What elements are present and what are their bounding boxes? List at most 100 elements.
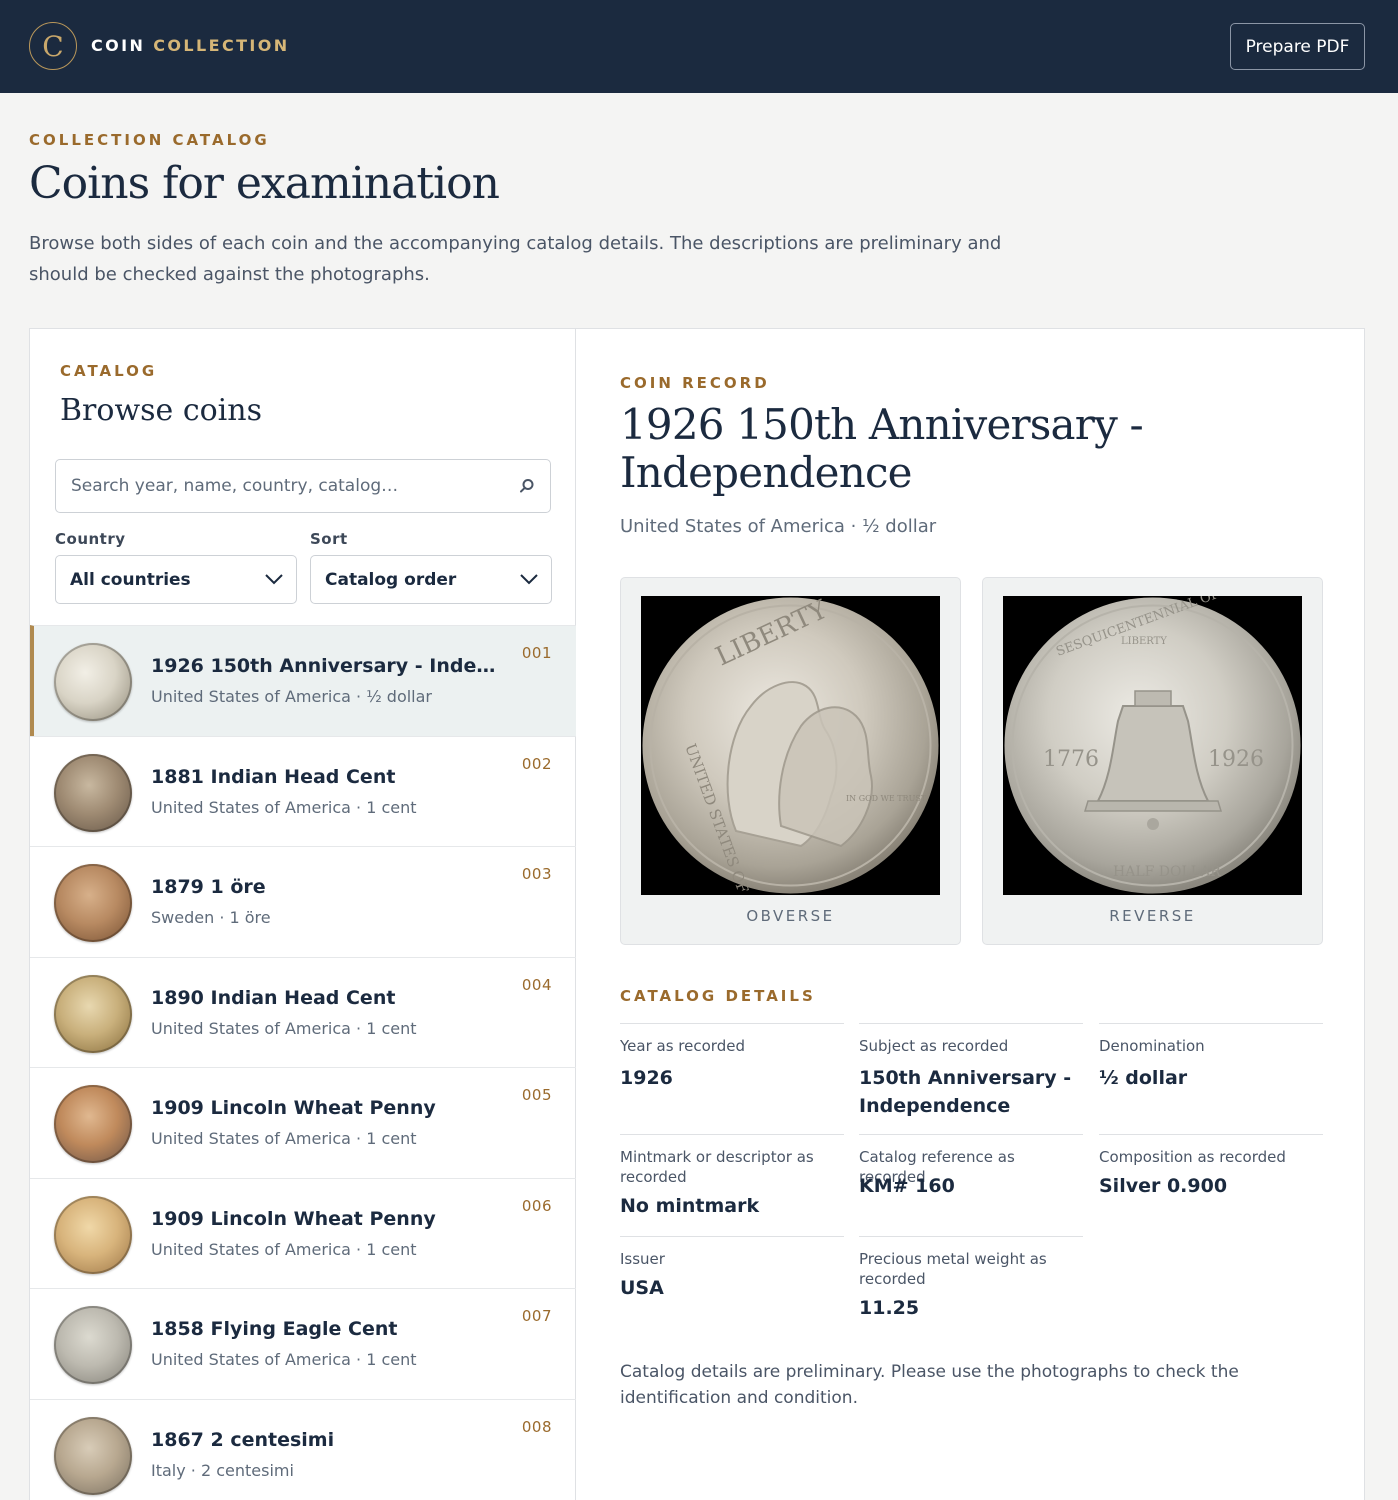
coin-subtitle: United States of America · 1 cent: [151, 1129, 417, 1148]
catalog-title: Browse coins: [60, 393, 262, 428]
coin-name: 1879 1 öre: [151, 876, 266, 898]
detail-value: ½ dollar: [1099, 1067, 1188, 1089]
detail-value: Silver 0.900: [1099, 1175, 1228, 1197]
reverse-lettering: 1776: [1043, 747, 1099, 772]
coin-number: 008: [521, 1417, 552, 1436]
obverse-coin-image: LIBERTY UNITED STATES OF AMERICA IN GOD …: [642, 596, 939, 895]
page-description: Browse both sides of each coin and the a…: [29, 233, 1002, 285]
coin-number: 004: [521, 975, 552, 994]
sort-select-value: Catalog order: [325, 569, 457, 590]
obverse-caption: OBVERSE: [746, 907, 835, 925]
logo-icon: C: [29, 22, 77, 70]
coin-list-item-006[interactable]: 1909 Lincoln Wheat Penny United States o…: [30, 1177, 576, 1289]
coin-thumbnail: [54, 753, 132, 832]
country-select[interactable]: All countries: [55, 555, 297, 604]
obverse-card: LIBERTY UNITED STATES OF AMERICA IN GOD …: [620, 577, 961, 945]
reverse-coin-image: 1776 1926 SESQUICENTENNIAL OF AMERICAN I…: [1004, 596, 1302, 894]
coin-list-item-002[interactable]: 1881 Indian Head Cent United States of A…: [30, 735, 576, 847]
record-subtitle: United States of America · ½ dollar: [620, 516, 937, 537]
details-eyebrow: CATALOG DETAILS: [620, 987, 816, 1005]
coin-thumbnail: [54, 1306, 132, 1384]
detail-label: Mintmark or descriptor as recorded: [620, 1148, 814, 1186]
detail-label: Year as recorded: [620, 1037, 745, 1055]
main-panel: CATALOG Browse coins Country All countri…: [29, 328, 1365, 1500]
brand-second: COLLECTION: [153, 36, 290, 55]
detail-issuer: Issuer USA: [620, 1236, 844, 1336]
coin-list-item-008[interactable]: 1867 2 centesimi Italy · 2 centesimi 008: [30, 1398, 576, 1500]
reverse-caption: REVERSE: [1109, 907, 1196, 925]
country-label: Country: [55, 530, 126, 548]
coin-name: 1909 Lincoln Wheat Penny: [151, 1097, 436, 1119]
search-icon[interactable]: [518, 477, 536, 495]
catalog-pane: CATALOG Browse coins Country All countri…: [30, 329, 576, 1500]
detail-value: 1926: [620, 1067, 673, 1089]
detail-year: Year as recorded 1926: [620, 1023, 844, 1133]
detail-composition: Composition as recorded Silver 0.900: [1099, 1134, 1323, 1234]
coin-number: 002: [521, 754, 552, 773]
detail-label: Composition as recorded: [1099, 1148, 1286, 1166]
coin-name: 1858 Flying Eagle Cent: [151, 1318, 398, 1340]
coin-list-item-005[interactable]: 1909 Lincoln Wheat Penny United States o…: [30, 1067, 576, 1178]
record-title: 1926 150th Anniversary - Independence: [620, 400, 1144, 497]
page-title: Coins for examination: [29, 158, 500, 209]
coin-thumbnail: [54, 643, 132, 721]
coin-thumbnail: [54, 1195, 132, 1274]
reverse-photo[interactable]: 1776 1926 SESQUICENTENNIAL OF AMERICAN I…: [1003, 596, 1302, 895]
detail-value: KM# 160: [859, 1175, 955, 1197]
catalog-eyebrow: CATALOG: [60, 362, 158, 380]
coin-list: 1926 150th Anniversary - Independence Un…: [30, 625, 576, 1500]
sort-label: Sort: [310, 530, 348, 548]
detail-label: Issuer: [620, 1250, 665, 1268]
coin-name: 1909 Lincoln Wheat Penny: [151, 1207, 436, 1230]
detail-mintmark: Mintmark or descriptor as recorded No mi…: [620, 1134, 844, 1234]
coin-thumbnail: [54, 864, 132, 942]
detail-denomination: Denomination ½ dollar: [1099, 1023, 1323, 1133]
detail-value: 150th Anniversary - Independence: [859, 1067, 1072, 1117]
coin-list-item-001[interactable]: 1926 150th Anniversary - Independence Un…: [30, 625, 576, 736]
coin-number: 005: [521, 1086, 552, 1104]
coin-list-item-004[interactable]: 1890 Indian Head Cent United States of A…: [30, 956, 576, 1068]
hero-eyebrow: COLLECTION CATALOG: [29, 131, 270, 149]
coin-subtitle: Italy · 2 centesimi: [151, 1460, 294, 1480]
coin-name: 1926 150th Anniversary - Independence: [151, 655, 496, 677]
coin-number: 007: [521, 1307, 552, 1325]
top-bar: C COIN COLLECTION Prepare PDF: [0, 0, 1398, 93]
coin-list-item-003[interactable]: 1879 1 öre Sweden · 1 öre 003: [30, 846, 576, 957]
sort-select[interactable]: Catalog order: [310, 555, 552, 604]
coin-number: 001: [521, 644, 552, 662]
obverse-photo[interactable]: LIBERTY UNITED STATES OF AMERICA IN GOD …: [641, 596, 940, 895]
coin-list-item-007[interactable]: 1858 Flying Eagle Cent United States of …: [30, 1288, 576, 1399]
coin-number: 003: [521, 865, 552, 883]
coin-thumbnail: [54, 1085, 132, 1163]
preliminary-note: Catalog details are preliminary. Please …: [620, 1362, 1239, 1408]
reverse-lettering: LIBERTY: [1121, 636, 1167, 647]
detail-value: No mintmark: [620, 1195, 760, 1217]
detail-value: USA: [620, 1277, 664, 1299]
reverse-lettering: 1926: [1208, 747, 1264, 772]
brand-first: COIN: [91, 36, 146, 55]
coin-subtitle: United States of America · 1 cent: [151, 797, 417, 817]
coin-thumbnail: [54, 974, 132, 1053]
search-box: [55, 459, 551, 513]
detail-catalog-reference: Catalog reference as recorded KM# 160: [859, 1134, 1083, 1234]
detail-label: Precious metal weight as recorded: [859, 1250, 1047, 1288]
search-input[interactable]: [71, 460, 511, 512]
obverse-lettering: IN GOD WE TRUST: [846, 794, 927, 803]
reverse-card: 1776 1926 SESQUICENTENNIAL OF AMERICAN I…: [982, 577, 1323, 945]
detail-metal-weight: Precious metal weight as recorded 11.25: [859, 1236, 1083, 1336]
coin-subtitle: Sweden · 1 öre: [151, 908, 271, 927]
coin-number: 006: [521, 1196, 552, 1215]
coin-thumbnail: [54, 1416, 132, 1495]
detail-value: 11.25: [859, 1297, 920, 1319]
coin-subtitle: United States of America · 1 cent: [151, 1350, 417, 1369]
prepare-pdf-button[interactable]: Prepare PDF: [1230, 23, 1365, 70]
coin-name: 1890 Indian Head Cent: [151, 986, 396, 1009]
detail-label: Subject as recorded: [859, 1037, 1009, 1055]
reverse-lettering: HALF DOLLAR: [1113, 864, 1221, 880]
detail-label: Denomination: [1099, 1037, 1205, 1055]
country-select-value: All countries: [70, 569, 191, 590]
coin-subtitle: United States of America · 1 cent: [151, 1239, 417, 1259]
chevron-down-icon: [265, 574, 283, 585]
detail-subject: Subject as recorded 150th Anniversary - …: [859, 1023, 1083, 1133]
coin-name: 1881 Indian Head Cent: [151, 765, 396, 788]
